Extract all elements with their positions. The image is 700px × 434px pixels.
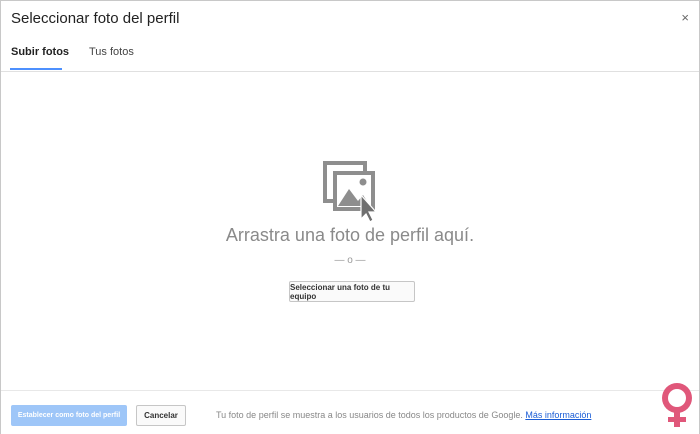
cancel-button[interactable]: Cancelar [136,405,186,426]
drop-instruction: Arrastra una foto de perfil aquí. [225,225,475,245]
footer-info: Tu foto de perfil se muestra a los usuar… [216,410,591,420]
profile-photo-dialog: Seleccionar foto del perfil × Subir foto… [0,0,700,434]
tab-upload-photos[interactable]: Subir fotos [11,46,69,58]
or-separator: — o — [334,255,366,266]
image-drop-icon [323,161,378,223]
select-from-computer-button[interactable]: Seleccionar una foto de tu equipo [289,281,415,302]
close-icon[interactable]: × [681,11,689,25]
learn-more-link[interactable]: Más información [525,410,591,420]
dialog-title: Seleccionar foto del perfil [11,10,180,27]
dialog-footer: Establecer como foto del perfil Cancelar… [1,390,699,434]
set-profile-photo-button[interactable]: Establecer como foto del perfil [11,405,127,426]
footer-info-text: Tu foto de perfil se muestra a los usuar… [216,410,523,420]
tab-bar: Subir fotos Tus fotos [1,39,699,72]
tab-your-photos[interactable]: Tus fotos [89,46,134,58]
active-tab-indicator [10,68,62,70]
woman-symbol-logo [662,383,692,427]
